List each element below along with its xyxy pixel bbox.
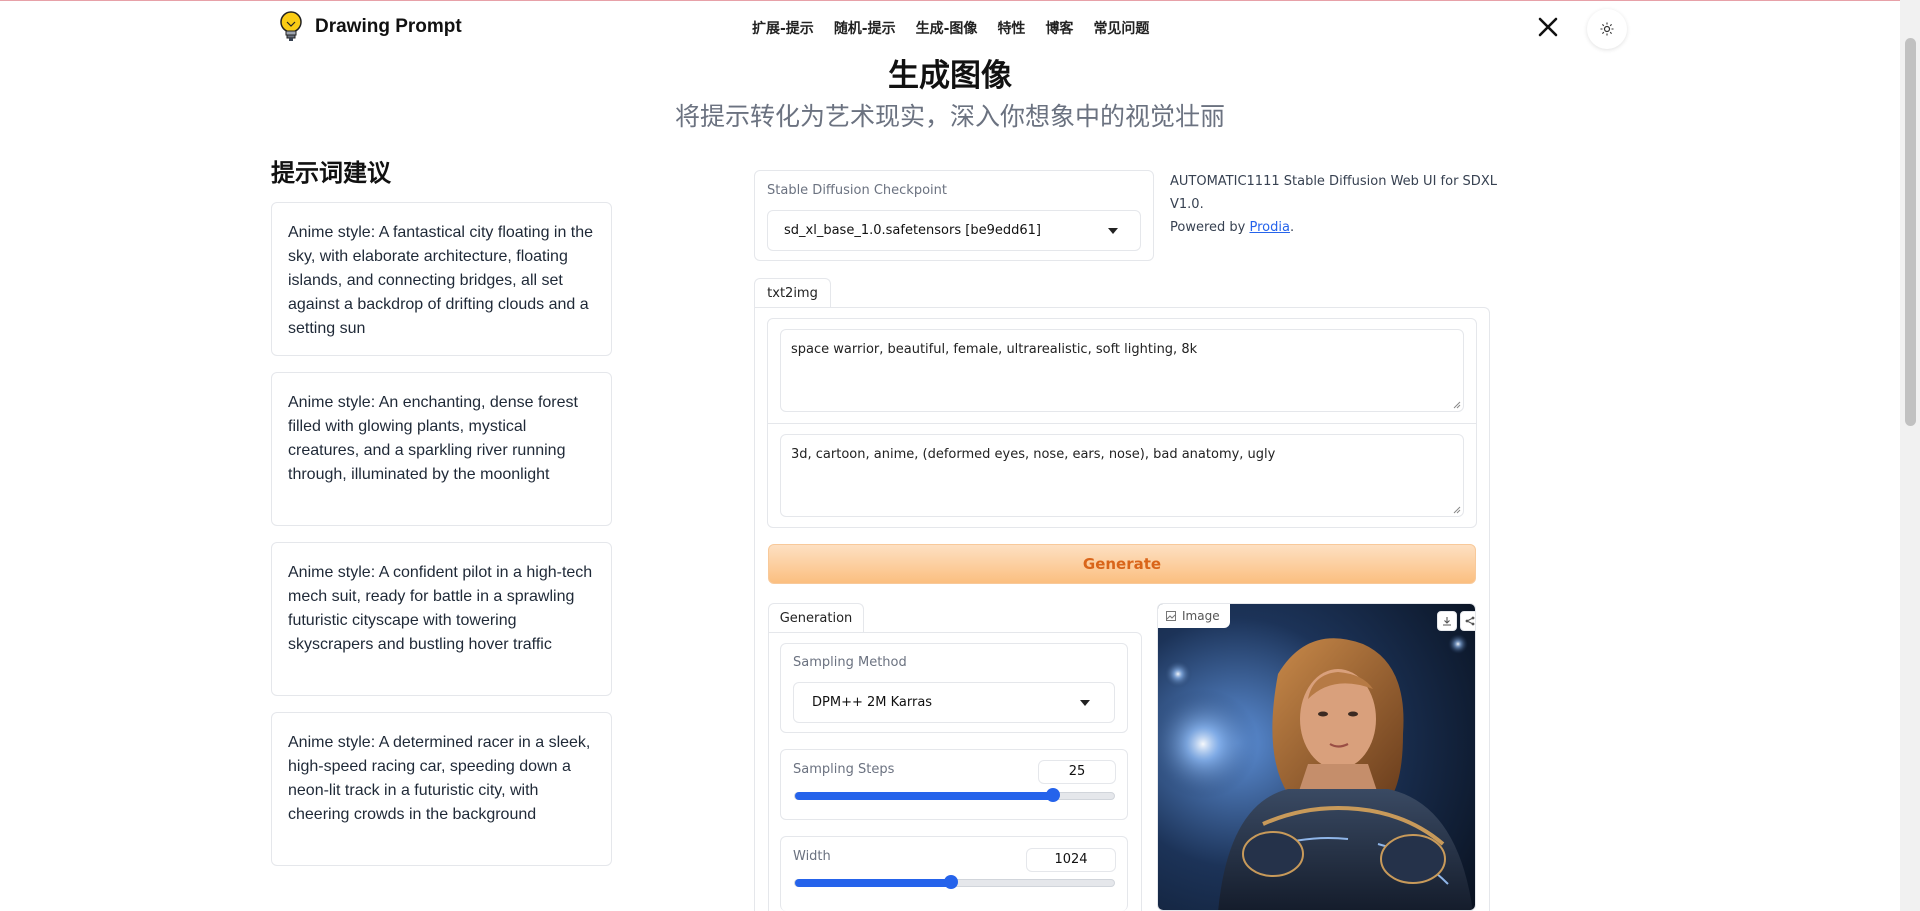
suggestion-card[interactable]: Anime style: A fantastical city floating…	[271, 202, 612, 356]
slider-fill	[795, 792, 1054, 800]
suggestions-heading: 提示词建议	[271, 159, 391, 187]
sampling-steps-input[interactable]: 25	[1038, 760, 1116, 784]
image-label: Image	[1158, 604, 1230, 628]
sampling-steps-slider[interactable]	[794, 788, 1115, 802]
page-scrollbar[interactable]	[1900, 0, 1920, 911]
x-twitter-icon[interactable]	[1538, 17, 1560, 39]
slider-thumb[interactable]	[1046, 788, 1061, 802]
slider-thumb[interactable]	[944, 875, 959, 889]
resize-grip-icon[interactable]	[1453, 506, 1461, 514]
info-line: AUTOMATIC1111 Stable Diffusion Web UI fo…	[1170, 174, 1497, 212]
download-icon	[1443, 617, 1451, 626]
suggestion-card[interactable]: Anime style: A determined racer in a sle…	[271, 712, 612, 866]
navbar: Drawing Prompt 扩展-提示 随机-提示 生成-图像 特性 博客 常…	[0, 1, 1900, 53]
nav-item-generate-image[interactable]: 生成-图像	[916, 18, 978, 38]
checkpoint-label: Stable Diffusion Checkpoint	[767, 183, 947, 198]
tab-txt2img[interactable]: txt2img	[754, 278, 831, 308]
brand[interactable]: Drawing Prompt	[277, 10, 462, 44]
negative-prompt-text: 3d, cartoon, anime, (deformed eyes, nose…	[791, 447, 1276, 462]
nav-item-blog[interactable]: 博客	[1045, 18, 1073, 38]
powered-by: Powered by Prodia.	[1170, 216, 1500, 239]
chevron-down-icon	[1080, 700, 1090, 706]
negative-prompt-textarea[interactable]: 3d, cartoon, anime, (deformed eyes, nose…	[780, 434, 1464, 517]
slider-fill	[795, 879, 952, 887]
suggestion-card[interactable]: Anime style: An enchanting, dense forest…	[271, 372, 612, 526]
divider	[767, 423, 1477, 424]
brand-name: Drawing Prompt	[315, 16, 462, 37]
sun-icon	[1600, 22, 1614, 36]
prodia-link[interactable]: Prodia	[1249, 220, 1289, 235]
sampling-steps-group: Sampling Steps 25	[780, 749, 1128, 820]
generate-button[interactable]: Generate	[768, 544, 1476, 584]
positive-prompt-text: space warrior, beautiful, female, ultrar…	[791, 342, 1198, 357]
theme-toggle-button[interactable]	[1587, 9, 1627, 49]
suggestion-card[interactable]: Anime style: A confident pilot in a high…	[271, 542, 612, 696]
share-icon	[1465, 616, 1475, 626]
download-button[interactable]	[1437, 611, 1457, 631]
powered-by-prefix: Powered by	[1170, 220, 1250, 235]
chevron-down-icon	[1108, 228, 1118, 234]
image-icon	[1166, 611, 1176, 621]
powered-by-suffix: .	[1289, 220, 1295, 235]
tab-generation[interactable]: Generation	[768, 603, 864, 633]
checkpoint-panel: Stable Diffusion Checkpoint sd_xl_base_1…	[754, 170, 1154, 261]
sampling-method-label: Sampling Method	[793, 655, 907, 670]
sampling-method-group: Sampling Method DPM++ 2M Karras	[780, 643, 1128, 733]
nav-item-random-prompt[interactable]: 随机-提示	[834, 18, 896, 38]
checkpoint-select[interactable]: sd_xl_base_1.0.safetensors [be9edd61]	[767, 210, 1141, 251]
nav-item-features[interactable]: 特性	[997, 18, 1025, 38]
resize-grip-icon[interactable]	[1453, 401, 1461, 409]
width-group: Width 1024	[780, 836, 1128, 911]
nav-item-faq[interactable]: 常见问题	[1093, 18, 1149, 38]
sampling-method-value: DPM++ 2M Karras	[812, 695, 933, 710]
share-button[interactable]	[1460, 611, 1475, 631]
image-label-text: Image	[1182, 609, 1220, 623]
checkpoint-value: sd_xl_base_1.0.safetensors [be9edd61]	[784, 223, 1041, 238]
generated-image	[1158, 604, 1475, 910]
scrollbar-thumb[interactable]	[1905, 38, 1916, 426]
width-input[interactable]: 1024	[1026, 848, 1116, 872]
page-subtitle: 将提示转化为艺术现实，深入你想象中的视觉壮丽	[674, 102, 1225, 131]
main-nav: 扩展-提示 随机-提示 生成-图像 特性 博客 常见问题	[752, 18, 1149, 38]
width-slider[interactable]	[794, 875, 1115, 889]
width-label: Width	[793, 849, 831, 864]
info-text: AUTOMATIC1111 Stable Diffusion Web UI fo…	[1170, 170, 1500, 239]
sampling-steps-label: Sampling Steps	[793, 762, 895, 777]
page-title: 生成图像	[888, 58, 1012, 94]
lightbulb-logo-icon	[277, 10, 305, 44]
nav-item-expand-prompt[interactable]: 扩展-提示	[752, 18, 814, 38]
sampling-method-select[interactable]: DPM++ 2M Karras	[793, 682, 1115, 723]
output-image-panel: Image	[1157, 603, 1476, 911]
positive-prompt-textarea[interactable]: space warrior, beautiful, female, ultrar…	[780, 329, 1464, 412]
